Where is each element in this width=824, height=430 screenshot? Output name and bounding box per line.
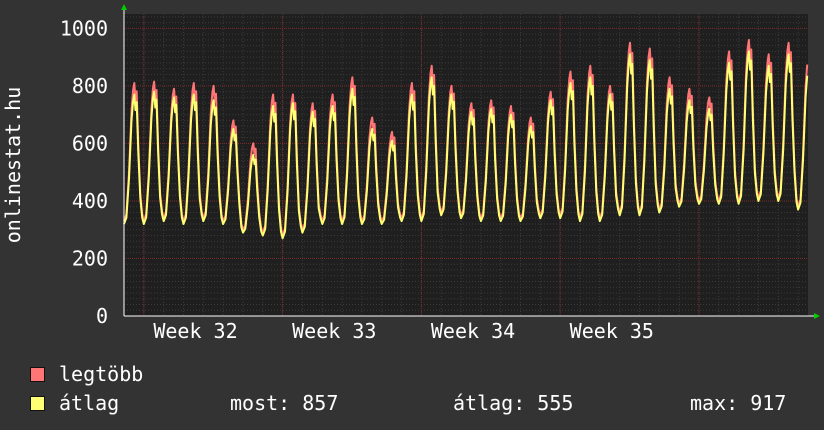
- stat-current: most: 857: [230, 391, 339, 415]
- x-tick-labels: Week 32 Week 33 Week 34 Week 35: [153, 319, 654, 343]
- x-axis-arrow-icon: [814, 313, 820, 319]
- y-tick-labels: 0 200 400 600 800 1000: [60, 16, 108, 328]
- stat-maximum: max: 917: [690, 391, 787, 415]
- legend-item-legtobb: legtöbb: [30, 362, 143, 386]
- y-tick-label: 800: [72, 74, 108, 98]
- y-axis-arrow-icon: [121, 4, 127, 10]
- y-axis-label: onlinestat.hu: [1, 87, 25, 244]
- y-tick-label: 200: [72, 246, 108, 270]
- y-tick-label: 0: [96, 304, 108, 328]
- y-tick-label: 400: [72, 189, 108, 213]
- x-tick-label: Week 32: [153, 319, 237, 343]
- legend-label: legtöbb: [59, 362, 144, 386]
- y-tick-label: 600: [72, 131, 108, 155]
- legend-item-atlag: átlag: [30, 391, 119, 415]
- x-tick-label: Week 34: [431, 319, 515, 343]
- x-tick-label: Week 33: [292, 319, 376, 343]
- legend-label: átlag: [59, 391, 120, 415]
- stat-average: átlag: 555: [453, 391, 574, 415]
- y-tick-label: 1000: [60, 16, 108, 40]
- legend-swatch: [30, 395, 45, 411]
- legend-swatch: [30, 366, 45, 382]
- x-tick-label: Week 35: [570, 319, 654, 343]
